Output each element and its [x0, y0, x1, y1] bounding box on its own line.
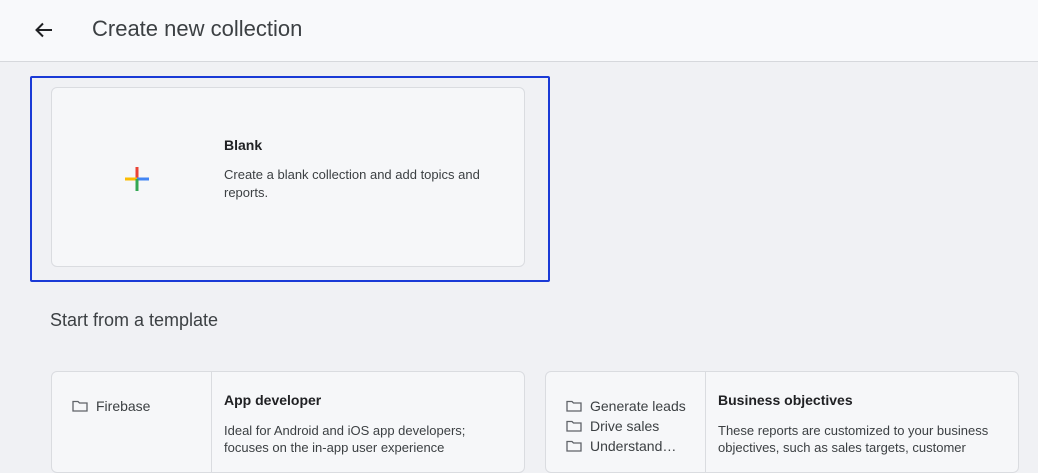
folder-item: Drive sales — [566, 418, 659, 434]
template-card-business-objectives[interactable]: Generate leads Drive sales Understand… B… — [545, 371, 1019, 473]
template-folder-list: Generate leads Drive sales Understand… — [546, 372, 706, 472]
multicolor-plus-icon — [125, 167, 149, 191]
folder-icon — [566, 420, 582, 432]
template-folder-list: Firebase — [52, 372, 212, 472]
folder-item: Generate leads — [566, 398, 686, 414]
folder-item: Firebase — [72, 398, 150, 414]
arrow-left-icon — [35, 22, 52, 38]
back-button[interactable] — [28, 15, 60, 45]
blank-collection-card[interactable]: Blank Create a blank collection and add … — [51, 87, 525, 267]
templates-section-title: Start from a template — [50, 310, 219, 330]
page-title: Create new collection — [92, 16, 303, 41]
folder-item: Understand… — [566, 438, 676, 454]
blank-card-description: Create a blank collection and add topics… — [224, 167, 480, 200]
folder-icon — [566, 440, 582, 452]
folder-icon — [72, 400, 88, 412]
blank-card-title: Blank — [224, 137, 263, 153]
template-card-app-developer[interactable]: Firebase App developer Ideal for Android… — [51, 371, 525, 473]
folder-label: Generate leads — [590, 398, 686, 414]
folder-label: Understand… — [590, 438, 677, 454]
template-card-title: App developer — [224, 392, 322, 408]
top-app-bar: Create new collection — [0, 0, 1038, 62]
template-card-title: Business objectives — [718, 392, 853, 408]
folder-label: Drive sales — [590, 418, 660, 434]
folder-label: Firebase — [96, 398, 151, 414]
folder-icon — [566, 400, 582, 412]
